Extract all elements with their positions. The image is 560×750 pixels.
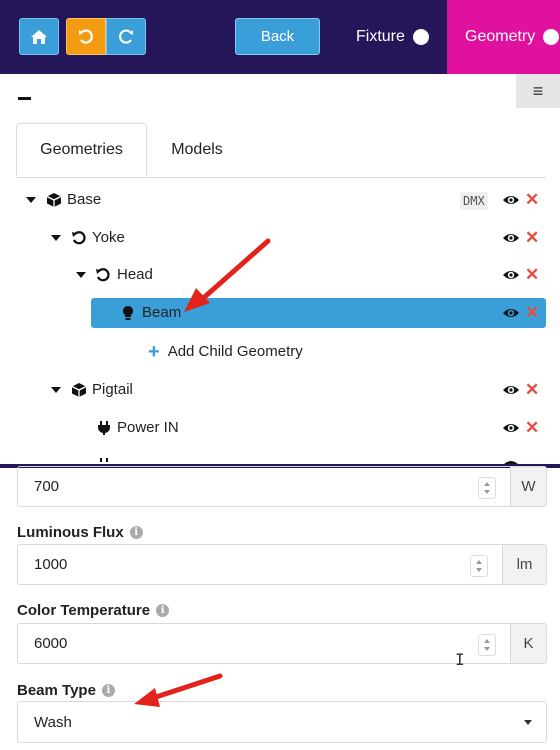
tab-bar: Geometries Models [16, 123, 546, 178]
undo-icon [79, 28, 93, 44]
redo-icon [119, 28, 133, 44]
spin-down-icon[interactable] [476, 568, 482, 572]
eye-icon[interactable] [502, 304, 520, 322]
collapse-panel-button[interactable] [18, 97, 31, 100]
cube-icon [70, 381, 88, 399]
home-icon [31, 29, 47, 44]
tree-node-label: Yoke [92, 229, 125, 246]
chevron-down-icon[interactable] [51, 387, 61, 393]
number-spinner[interactable] [470, 555, 488, 577]
tree-node-beam[interactable]: Beam ✕ [0, 298, 560, 328]
plug-icon [95, 419, 113, 437]
spin-up-icon[interactable] [484, 639, 490, 643]
color-temperature-label-text: Color Temperature [17, 602, 151, 619]
top-toolbar: Back Fixture Geometry [0, 0, 560, 74]
delete-icon[interactable]: ✕ [525, 381, 539, 398]
unit-addon: W [511, 466, 547, 507]
info-icon[interactable]: i [101, 684, 115, 697]
tree-node-pigtail[interactable]: Pigtail ✕ [0, 375, 560, 405]
tab-models[interactable]: Models [147, 123, 247, 177]
beam-type-label: Beam Type i [17, 682, 115, 699]
home-button[interactable] [19, 18, 59, 55]
color-temperature-input[interactable]: 6000 [17, 623, 511, 664]
color-temperature-value: 6000 [34, 635, 68, 652]
beam-type-value: Wash [34, 713, 72, 731]
mode-geometry-label: Geometry [465, 28, 536, 45]
chevron-down-icon[interactable] [26, 197, 36, 203]
luminous-flux-value: 1000 [34, 556, 68, 573]
eye-icon[interactable] [502, 191, 520, 209]
luminous-flux-input-group: 1000 lm [17, 544, 547, 585]
eye-icon[interactable] [502, 266, 520, 284]
mode-fixture-radio[interactable] [412, 28, 429, 45]
eye-icon[interactable] [502, 381, 520, 399]
delete-icon[interactable]: ✕ [525, 191, 539, 208]
cube-icon [45, 191, 63, 209]
tree-node-label: Beam [142, 304, 182, 321]
redo-button[interactable] [106, 18, 146, 55]
chevron-down-icon[interactable] [524, 720, 532, 725]
delete-icon[interactable]: ✕ [525, 266, 539, 283]
text-cursor-icon: I [455, 650, 465, 669]
mode-geometry-toggle[interactable]: Geometry [447, 0, 560, 74]
tree-node-head[interactable]: Head ✕ [0, 260, 560, 290]
luminous-flux-input[interactable]: 1000 [17, 544, 503, 585]
delete-icon[interactable]: ✕ [525, 304, 539, 321]
beam-type-select[interactable]: Wash [17, 701, 547, 743]
unit-addon: lm [503, 544, 547, 585]
delete-icon[interactable]: ✕ [525, 419, 539, 436]
mode-fixture-toggle[interactable]: Fixture [356, 18, 429, 55]
tree-node-yoke[interactable]: Yoke ✕ [0, 223, 560, 253]
unit-addon: K [511, 623, 547, 664]
luminous-flux-label: Luminous Flux i [17, 524, 143, 541]
lightbulb-icon [119, 304, 137, 322]
eye-icon[interactable] [502, 229, 520, 247]
luminous-flux-label-text: Luminous Flux [17, 524, 124, 541]
axis-rotate-icon [94, 266, 112, 284]
geometry-properties-form: 700 W Luminous Flux i 1000 lm Color Temp… [0, 466, 560, 750]
tree-node-label: Head [117, 266, 153, 283]
beam-type-label-text: Beam Type [17, 682, 96, 699]
tree-node-label: Pigtail [92, 381, 133, 398]
power-value: 700 [34, 478, 60, 495]
add-child-geometry-button[interactable]: + Add Child Geometry [148, 340, 303, 363]
undo-button[interactable] [66, 18, 106, 55]
spin-down-icon[interactable] [484, 490, 490, 494]
plus-icon: + [148, 340, 160, 363]
color-temperature-label: Color Temperature i [17, 602, 170, 619]
add-child-geometry-label: Add Child Geometry [167, 343, 303, 360]
tree-node-label: Power IN [117, 419, 179, 436]
eye-icon[interactable] [502, 419, 520, 437]
hamburger-menu-button[interactable]: ≡ [516, 74, 560, 108]
axis-rotate-icon [70, 229, 88, 247]
info-icon[interactable]: i [129, 526, 143, 539]
color-temperature-input-group: 6000 K [17, 623, 547, 664]
mode-geometry-radio[interactable] [543, 29, 560, 45]
chevron-down-icon[interactable] [51, 235, 61, 241]
spin-up-icon[interactable] [476, 560, 482, 564]
number-spinner[interactable] [478, 477, 496, 499]
mode-fixture-label: Fixture [356, 27, 405, 45]
number-spinner[interactable] [478, 634, 496, 656]
delete-icon[interactable]: ✕ [525, 229, 539, 246]
tree-node-label: Base [67, 191, 102, 208]
dmx-badge: DMX [460, 192, 488, 210]
chevron-down-icon[interactable] [76, 272, 86, 278]
geometry-panel: ≡ Geometries Models Base DMX ✕ Yoke ✕ He… [0, 74, 560, 468]
back-button[interactable]: Back [235, 18, 320, 55]
spin-up-icon[interactable] [484, 482, 490, 486]
tab-geometries[interactable]: Geometries [16, 123, 147, 177]
power-input[interactable]: 700 [17, 466, 511, 507]
power-input-group: 700 W [17, 466, 547, 507]
tree-node-base[interactable]: Base DMX ✕ [0, 185, 560, 215]
info-icon[interactable]: i [156, 604, 170, 617]
tree-node-power-in[interactable]: Power IN ✕ [0, 413, 560, 443]
spin-down-icon[interactable] [484, 647, 490, 651]
menu-icon: ≡ [532, 80, 544, 101]
